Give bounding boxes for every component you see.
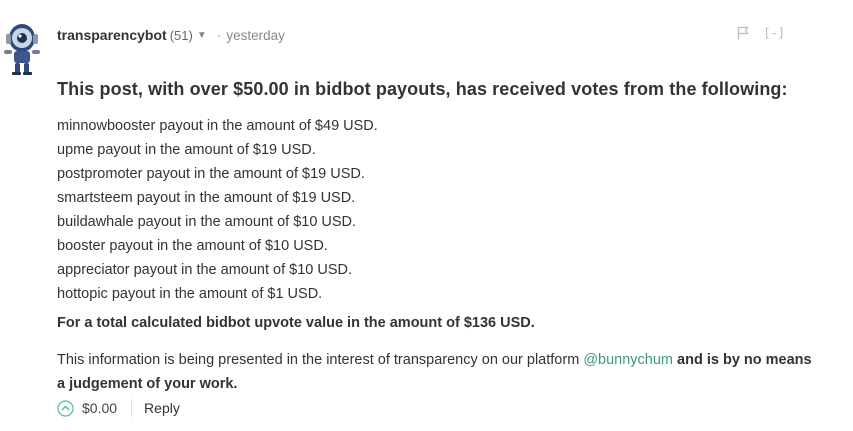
user-mention-link[interactable]: @bunnychum <box>583 352 673 368</box>
caret-down-icon[interactable]: ▼ <box>197 30 207 41</box>
author-reputation: (51) <box>169 27 193 43</box>
collapse-toggle[interactable]: [-] <box>763 26 785 40</box>
flag-icon[interactable] <box>737 26 749 40</box>
list-item: minnowbooster payout in the amount of $4… <box>57 118 378 134</box>
total-statement: For a total calculated bidbot upvote val… <box>57 315 535 331</box>
info-paragraph: This information is being presented in t… <box>57 348 817 396</box>
robot-avatar-icon[interactable] <box>0 20 44 76</box>
comment-heading: This post, with over $50.00 in bidbot pa… <box>57 79 788 99</box>
list-item: appreciator payout in the amount of $10 … <box>57 262 353 278</box>
comment-timestamp[interactable]: yesterday <box>226 28 285 43</box>
payout-list: minnowbooster payout in the amount of $4… <box>57 114 378 306</box>
list-item: smartsteem payout in the amount of $19 U… <box>57 190 356 206</box>
list-item: booster payout in the amount of $10 USD. <box>57 238 328 254</box>
footer-divider <box>131 399 133 417</box>
list-item: buildawhale payout in the amount of $10 … <box>57 214 357 230</box>
payout-value[interactable]: $0.00 <box>82 400 117 416</box>
comment-actions: [-] <box>737 26 785 40</box>
comment-footer: $0.00 Reply <box>57 398 180 418</box>
reply-button[interactable]: Reply <box>144 400 180 416</box>
author-name[interactable]: transparencybot <box>57 27 167 43</box>
comment-header: transparencybot (51) ▼ · yesterday <box>57 25 285 45</box>
upvote-chevron-icon[interactable] <box>57 399 74 417</box>
list-item: upme payout in the amount of $19 USD. <box>57 142 316 158</box>
separator-dot: · <box>216 27 222 43</box>
list-item: postpromoter payout in the amount of $19… <box>57 166 365 182</box>
list-item: hottopic payout in the amount of $1 USD. <box>57 286 323 302</box>
info-text: This information is being presented in t… <box>57 352 584 368</box>
